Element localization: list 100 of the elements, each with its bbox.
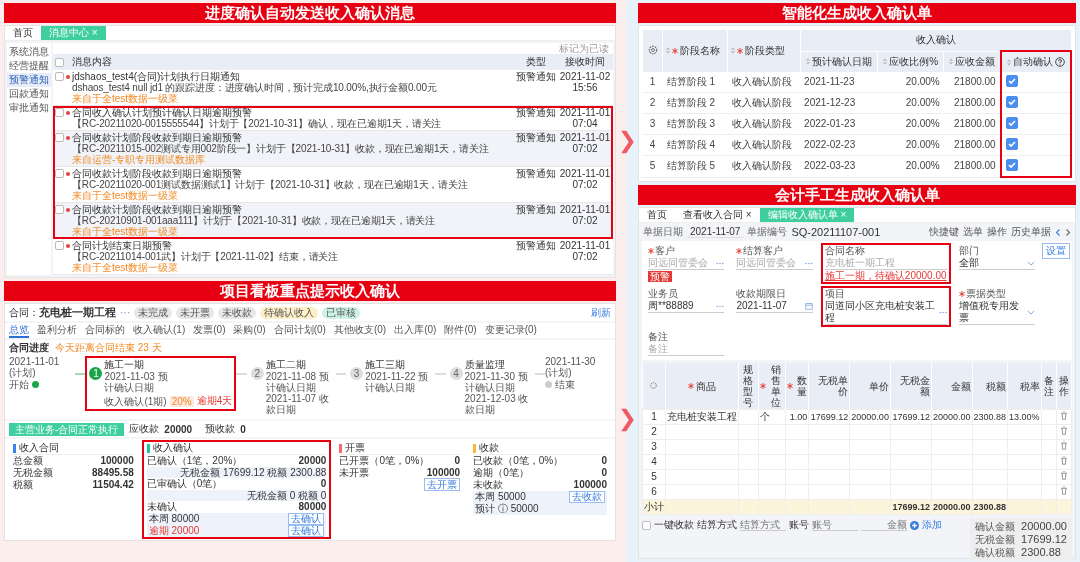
action-button[interactable]: 去开票: [424, 478, 461, 491]
message-row[interactable]: jdshaos_test4(合同)计划执行日期通知 dshaos_test4 null jd1 的跟踪进度：进度确认时间，预计完成10.00%,执行金额0.00元 来自于全test数据一级菜 预警通知 2021-11-02 15:56: [53, 70, 613, 106]
date-text: 2021-11-08 预计确认日期: [265, 371, 330, 393]
status-tag: 未开票: [176, 306, 214, 319]
tab[interactable]: 盈利分析: [37, 323, 77, 338]
sidebar-item[interactable]: 系统消息: [7, 45, 51, 59]
toolbar-button[interactable]: 选单: [963, 225, 983, 239]
input-field[interactable]: 同道同小区充电桩安装工程: [824, 300, 947, 325]
stat-label: 已收款（0笔，0%）: [473, 455, 564, 467]
message-row[interactable]: 合同收款计划阶段收款到期日逾期预警 【RC-20210901-001aaa111】计划于【2021-10-31】收款，现在已逾期1天，请关注 来自于全test数据一级菜 预警通知 2021-11-01 07:02: [53, 203, 613, 239]
delete-icon[interactable]: [1059, 411, 1068, 420]
input-field[interactable]: 周**88889: [648, 300, 725, 313]
sort-icon[interactable]: [666, 47, 671, 55]
table-cell: 2021-11-01 07:02: [559, 168, 611, 190]
column-header: 销售单位: [769, 364, 782, 408]
tab[interactable]: 总览: [9, 323, 29, 338]
table-cell: 2021-12-23: [800, 92, 878, 114]
dropdown-icon[interactable]: [1027, 260, 1035, 266]
tab[interactable]: 合同标的: [85, 323, 125, 338]
checkbox[interactable]: [55, 133, 64, 142]
delete-icon[interactable]: [1059, 456, 1068, 465]
delete-icon[interactable]: [1059, 486, 1068, 495]
sort-icon[interactable]: [883, 58, 888, 65]
toolbar-button[interactable]: 快捷键: [929, 225, 959, 239]
message-source: 来自于全test数据一级菜: [72, 226, 180, 237]
tab[interactable]: 变更记录(0): [484, 323, 537, 338]
input-field[interactable]: 全部: [958, 257, 1035, 270]
row-number: 4: [642, 134, 663, 156]
action-button[interactable]: 去收款: [569, 491, 605, 503]
settings-icon[interactable]: [646, 43, 659, 56]
checkbox[interactable]: [642, 521, 651, 530]
table-cell: 预警通知: [515, 240, 557, 251]
settings-icon[interactable]: [649, 380, 659, 390]
message-row[interactable]: 合同收入确认计划预计确认日期逾期预警 【RC-20211020-0015555544】计划于【2021-10-31】确认，现在已逾期1天，请关注 预警通知 2021-11-01 07:04: [53, 106, 613, 131]
field-label: 票据类型: [965, 288, 1006, 300]
input-field[interactable]: 账号: [812, 519, 858, 531]
warning-tag: 预警: [648, 271, 672, 282]
tab[interactable]: 发票(0): [193, 323, 226, 338]
sort-icon[interactable]: [1006, 58, 1011, 66]
checkbox[interactable]: [55, 205, 64, 214]
toolbar-button[interactable]: 历史单据: [1011, 225, 1051, 239]
add-link[interactable]: 添加: [922, 518, 942, 532]
sort-icon[interactable]: [948, 58, 953, 65]
checkbox[interactable]: [1005, 75, 1018, 87]
unread-dot-icon: [66, 172, 70, 176]
tab[interactable]: 合同计划(0): [273, 323, 326, 338]
checkbox[interactable]: [55, 72, 64, 81]
tab[interactable]: 首页: [5, 26, 41, 40]
previous-icon[interactable]: [1055, 227, 1061, 237]
checkbox[interactable]: [1005, 96, 1018, 108]
message-row[interactable]: 合同收款计划阶段收款到期日逾期预警 【RC-20211020-001测试数据测试1】计划于【2021-10-31】收款，现在已逾期1天，请关注 来自于全test数据一级菜 预警通知 2021-11-01 07:02: [53, 167, 613, 203]
delete-icon[interactable]: [1059, 441, 1068, 450]
dropdown-icon[interactable]: [1027, 309, 1035, 315]
more-icon[interactable]: [716, 303, 725, 309]
message-row[interactable]: 合同收款计划阶段收款到期日逾期预警 【RC-20211015-002测试专用002阶段一】计划于【2021-10-31】收款，现在已逾期1天，请关注 来自运营-专职专用测试数据库 预警通知 2021-11-01 07:02: [53, 131, 613, 167]
tab[interactable]: 出入库(0): [394, 323, 437, 338]
help-icon[interactable]: [1054, 57, 1065, 67]
tab[interactable]: 附件(0): [444, 323, 477, 338]
table-cell: 2022-03-23: [800, 155, 878, 177]
tab[interactable]: 采购(0): [233, 323, 266, 338]
settings-button[interactable]: 设置: [1042, 243, 1070, 259]
delete-icon[interactable]: [1059, 471, 1068, 480]
checkbox[interactable]: [55, 169, 64, 178]
table-cell: 收入确认阶段: [727, 92, 801, 114]
sidebar-item[interactable]: 经营提醒: [7, 59, 51, 73]
checkbox[interactable]: [55, 241, 64, 250]
checkbox[interactable]: [1005, 138, 1018, 150]
plus-icon[interactable]: [910, 520, 919, 530]
select-field[interactable]: 结算方式: [740, 519, 786, 531]
toolbar-button[interactable]: 操作: [987, 225, 1007, 239]
action-button[interactable]: 去确认: [288, 513, 325, 525]
sidebar-item[interactable]: 回款通知: [7, 87, 51, 101]
checkbox[interactable]: [55, 108, 64, 117]
checkbox[interactable]: [1005, 159, 1018, 171]
more-icon[interactable]: [938, 309, 947, 315]
date-field[interactable]: 2021-11-07: [687, 226, 744, 238]
tab[interactable]: 首页: [639, 208, 675, 222]
calendar-icon[interactable]: [804, 302, 813, 310]
input-field[interactable]: 增值税专用发票: [958, 300, 1035, 325]
tab[interactable]: 查看收入合同 ×: [675, 208, 760, 222]
delete-icon[interactable]: [1059, 426, 1068, 435]
tab[interactable]: 收入确认(1): [133, 323, 186, 338]
message-row[interactable]: 合同计划结束日期预警 【RC-20211014-001武】计划于【2021-11-02】结束，请关注 来自于全test数据一级菜 预警通知 2021-11-01 07:02: [53, 239, 613, 275]
unread-dot-icon: [66, 208, 70, 212]
sidebar-item[interactable]: 预警通知: [7, 73, 51, 87]
sort-icon[interactable]: [731, 47, 736, 55]
sidebar-item[interactable]: 审批通知: [7, 101, 51, 115]
action-button[interactable]: 去确认: [288, 525, 325, 537]
table-cell: 预警通知: [515, 71, 557, 82]
sort-icon[interactable]: [805, 58, 810, 65]
refresh-button[interactable]: 刷新: [591, 305, 611, 320]
tab[interactable]: 其他收支(0): [333, 323, 387, 338]
amount-field[interactable]: 金额: [861, 519, 907, 531]
checkbox[interactable]: [55, 58, 64, 67]
field-label: 业务员: [648, 288, 678, 300]
next-icon[interactable]: [1065, 227, 1071, 237]
input-field[interactable]: 2021-11-07: [736, 300, 813, 313]
column-header: 税额: [986, 380, 1007, 392]
checkbox[interactable]: [1005, 117, 1018, 129]
table-cell: 13.00%: [1009, 412, 1040, 422]
